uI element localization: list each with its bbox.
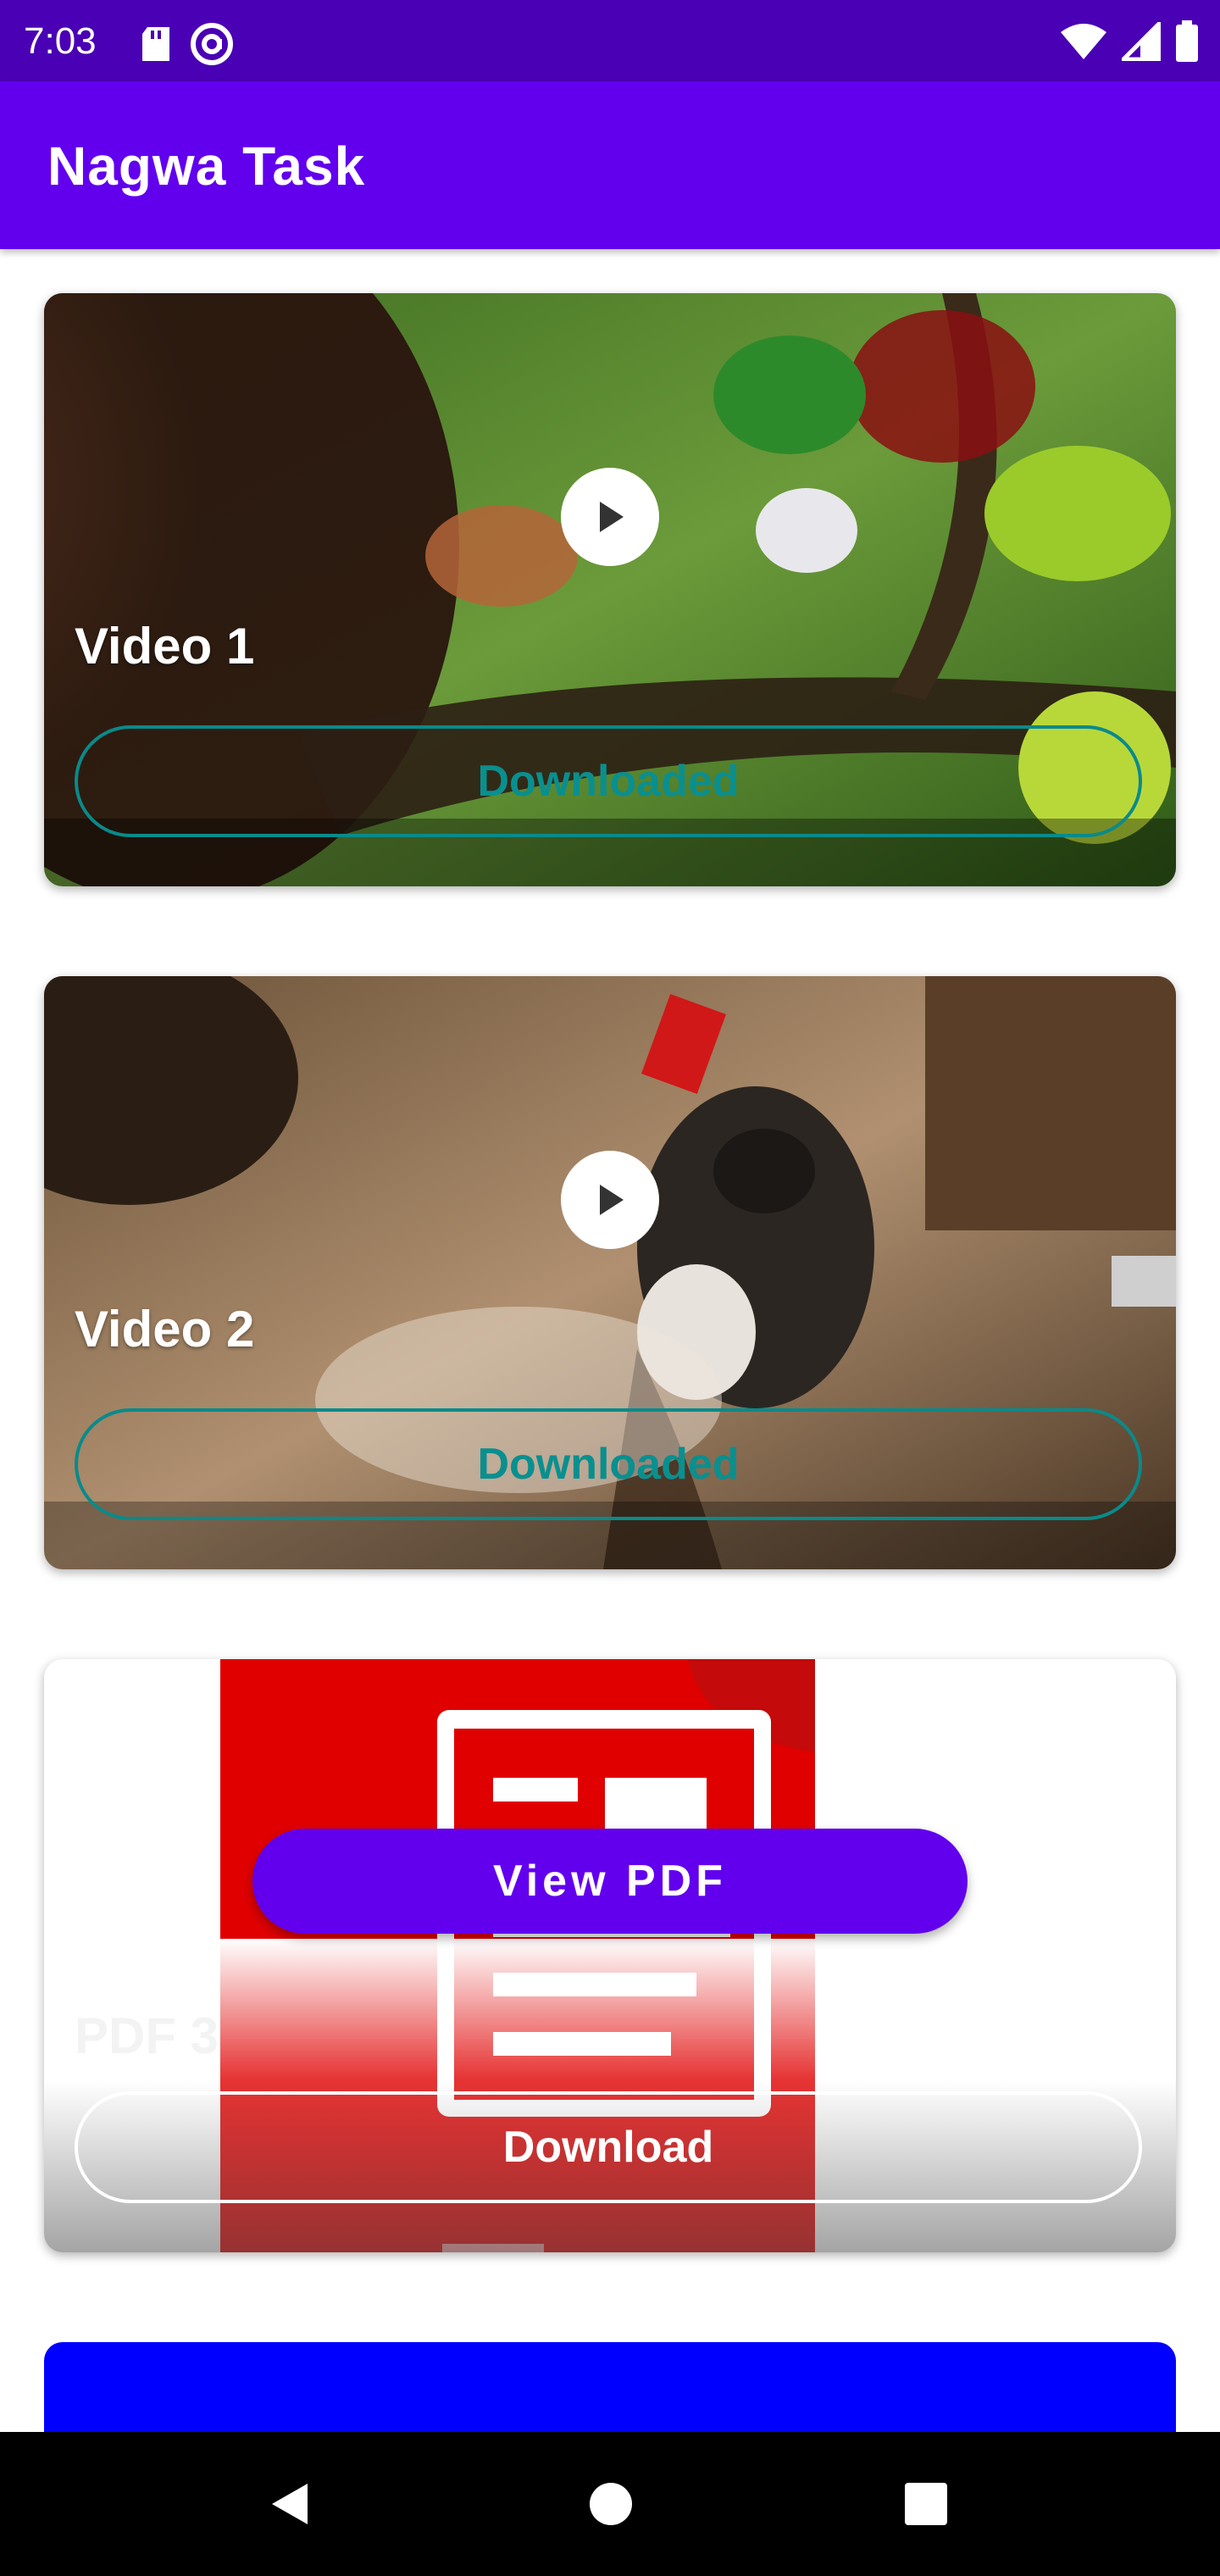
app-bar: Nagwa Task (0, 81, 1220, 249)
play-button-1[interactable] (561, 468, 659, 566)
play-icon (600, 502, 624, 532)
card-title: Video 1 (75, 618, 255, 675)
status-left-icons (141, 22, 234, 70)
home-icon (590, 2483, 632, 2525)
status-right-icons (1059, 18, 1200, 67)
view-pdf-button[interactable]: View PDF (252, 1829, 968, 1934)
battery-icon (1174, 20, 1200, 67)
status-time: 7:03 (24, 20, 97, 62)
at-sign-icon (190, 22, 234, 70)
navigation-bar (0, 2432, 1220, 2576)
download-button[interactable]: Download (75, 2091, 1142, 2203)
sd-card-icon (141, 25, 171, 67)
video-card-2[interactable]: Video 2 Downloaded (44, 976, 1176, 1569)
back-button[interactable] (263, 2476, 319, 2532)
signal-icon (1117, 18, 1162, 65)
home-button[interactable] (583, 2476, 639, 2532)
video-card-1[interactable]: Video 1 Downloaded (44, 293, 1176, 886)
downloaded-button-1[interactable]: Downloaded (75, 725, 1142, 837)
app-title: Nagwa Task (47, 136, 366, 197)
back-icon (272, 2484, 308, 2524)
pdf-card-3[interactable]: View PDF PDF 3 Download (44, 1659, 1176, 2252)
play-button-2[interactable] (561, 1151, 659, 1249)
recents-button[interactable] (898, 2476, 954, 2532)
play-icon (600, 1185, 624, 1215)
status-bar: 7:03 (0, 0, 1220, 81)
card-title: Video 2 (75, 1301, 255, 1357)
card-title: PDF 3 (75, 2007, 219, 2064)
recents-icon (905, 2483, 947, 2525)
wifi-icon (1059, 22, 1108, 65)
downloaded-button-2[interactable]: Downloaded (75, 1408, 1142, 1520)
